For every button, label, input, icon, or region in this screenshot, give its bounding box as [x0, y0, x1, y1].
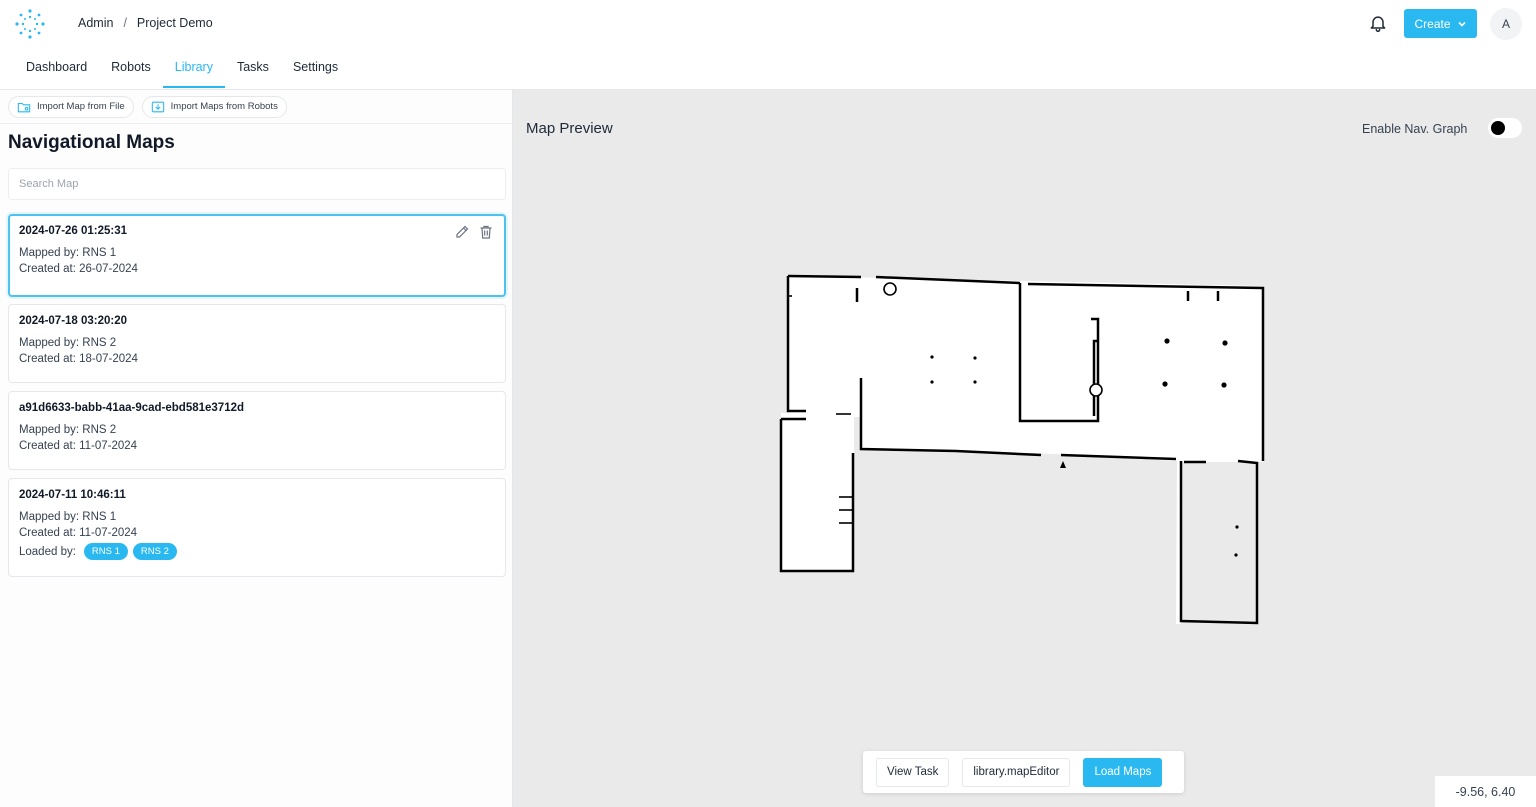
view-task-button[interactable]: View Task	[876, 757, 950, 787]
import-maps-robots-label: Import Maps from Robots	[170, 101, 278, 112]
breadcrumb-current[interactable]: Project Demo	[137, 16, 213, 30]
map-canvas[interactable]	[776, 271, 1271, 626]
map-card-loaded-by: Loaded by: RNS 1 RNS 2	[19, 543, 495, 560]
create-button-label: Create	[1414, 16, 1451, 31]
map-actions-bar: View Task library.mapEditor Load Maps	[863, 751, 1184, 793]
map-card[interactable]: a91d6633-babb-41aa-9cad-ebd581e3712d Map…	[8, 391, 506, 470]
tab-dashboard[interactable]: Dashboard	[14, 48, 99, 88]
map-card-mapped-by: Mapped by: RNS 2	[19, 337, 117, 349]
search-input[interactable]	[8, 168, 506, 200]
map-card[interactable]: 2024-07-18 03:20:20 Mapped by: RNS 2 Cre…	[8, 304, 506, 383]
map-card-name: 2024-07-26 01:25:31	[19, 225, 128, 237]
main-nav: Dashboard Robots Library Tasks Settings	[14, 48, 350, 90]
page-title: Navigational Maps	[8, 132, 175, 153]
breadcrumb: Admin / Project Demo	[78, 16, 213, 30]
import-toolbar: Import Map from File Import Maps from Ro…	[0, 90, 512, 124]
breadcrumb-separator: /	[123, 16, 127, 30]
map-card-mapped-by: Mapped by: RNS 1	[19, 511, 117, 523]
coordinate-readout: -9.56, 6.40	[1435, 776, 1536, 807]
map-card-mapped-by: Mapped by: RNS 1	[19, 247, 117, 259]
map-card-actions	[454, 224, 494, 240]
import-map-file-button[interactable]: Import Map from File	[8, 95, 134, 118]
map-card-created-at: Created at: 26-07-2024	[19, 263, 138, 275]
map-card[interactable]: 2024-07-11 10:46:11 Mapped by: RNS 1 Cre…	[8, 478, 506, 577]
robot-badge: RNS 2	[132, 543, 177, 560]
pencil-icon[interactable]	[454, 224, 470, 240]
load-maps-button[interactable]: Load Maps	[1083, 757, 1163, 787]
import-maps-robots-button[interactable]: Import Maps from Robots	[141, 95, 287, 118]
create-button[interactable]: Create	[1404, 9, 1477, 38]
map-card-created-at: Created at: 11-07-2024	[19, 527, 138, 539]
map-card-mapped-by: Mapped by: RNS 2	[19, 424, 117, 436]
toggle-knob	[1491, 121, 1505, 135]
top-bar: Admin / Project Demo Create A	[0, 0, 1536, 46]
map-card-name: 2024-07-18 03:20:20	[19, 315, 128, 327]
nav-graph-toggle[interactable]	[1488, 118, 1522, 138]
map-card-created-at: Created at: 11-07-2024	[19, 440, 138, 452]
bell-icon[interactable]	[1368, 13, 1388, 33]
robot-badge: RNS 1	[83, 543, 128, 560]
map-card-name: a91d6633-babb-41aa-9cad-ebd581e3712d	[19, 402, 245, 414]
folder-icon	[17, 102, 31, 112]
map-card-name: 2024-07-11 10:46:11	[19, 489, 126, 501]
map-card[interactable]: 2024-07-26 01:25:31 Mapped by: RNS 1 Cre…	[8, 214, 506, 297]
import-map-file-label: Import Map from File	[37, 101, 125, 112]
map-preview-title: Map Preview	[526, 120, 613, 137]
map-editor-button[interactable]: library.mapEditor	[962, 757, 1071, 787]
map-preview-panel: Map Preview Enable Nav. Graph View Task …	[513, 90, 1536, 807]
map-card-created-at: Created at: 18-07-2024	[19, 353, 138, 365]
download-icon	[151, 101, 164, 112]
logo-icon[interactable]	[13, 7, 47, 41]
chevron-down-icon	[1457, 21, 1466, 27]
tab-library[interactable]: Library	[162, 48, 225, 88]
tab-robots[interactable]: Robots	[99, 48, 163, 88]
nav-graph-label: Enable Nav. Graph	[1362, 122, 1468, 136]
breadcrumb-root[interactable]: Admin	[78, 16, 113, 30]
map-library-panel: Import Map from File Import Maps from Ro…	[0, 90, 513, 807]
avatar[interactable]: A	[1490, 8, 1522, 40]
tab-settings[interactable]: Settings	[281, 48, 350, 88]
tab-tasks[interactable]: Tasks	[225, 48, 281, 88]
loaded-by-label: Loaded by:	[19, 545, 76, 558]
trash-icon[interactable]	[478, 224, 494, 240]
